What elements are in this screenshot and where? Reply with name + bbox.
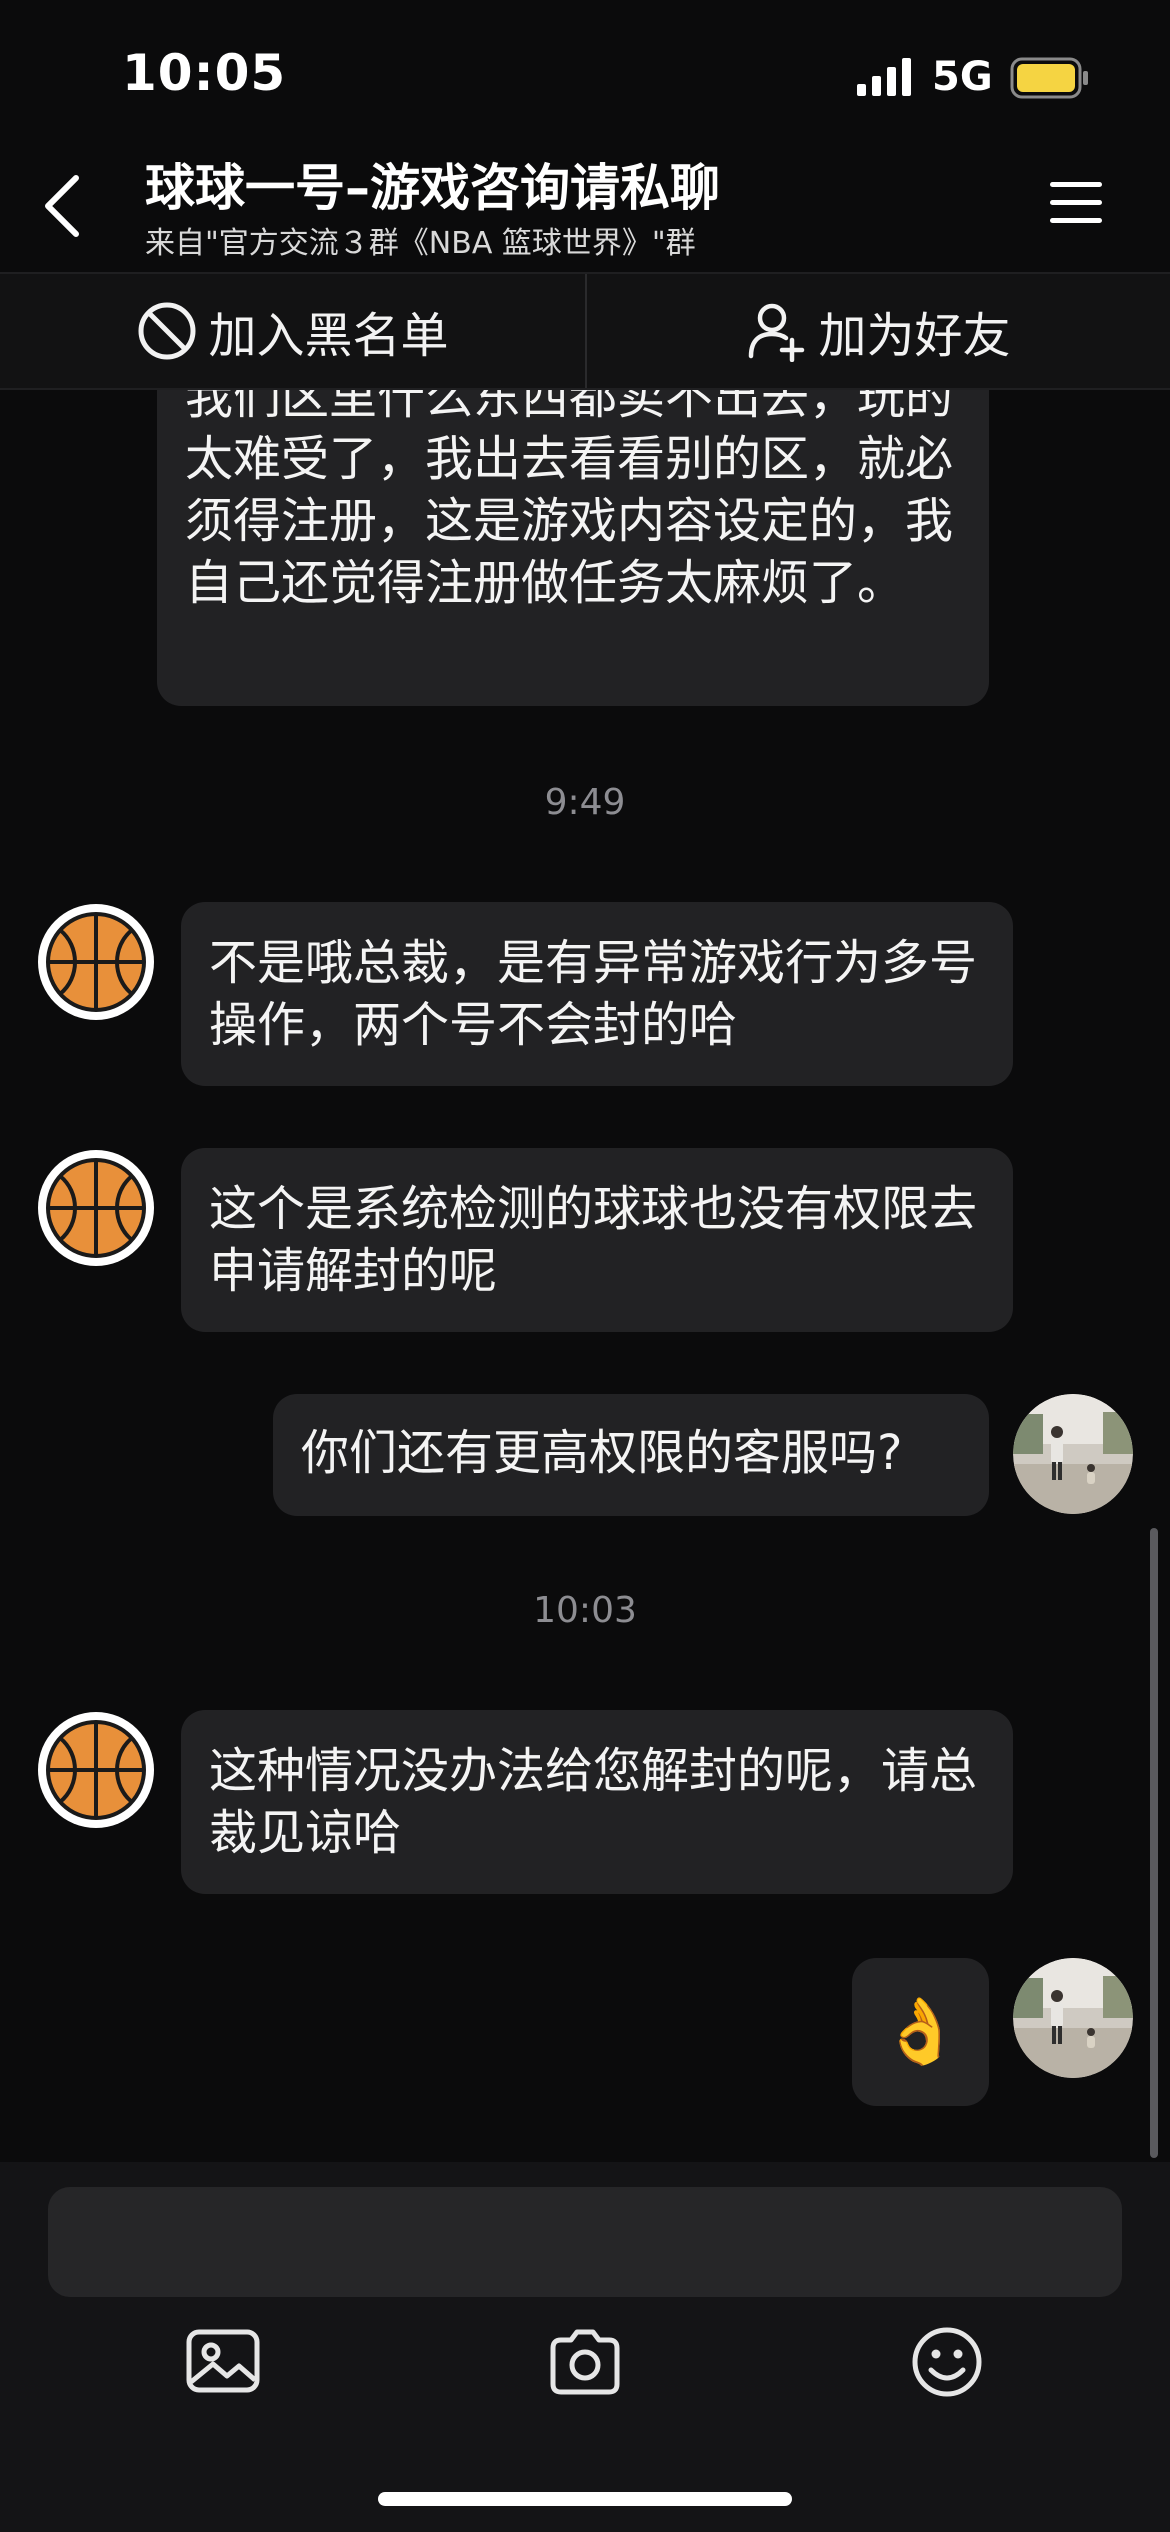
add-friend-button[interactable]: 加为好友 (585, 274, 1170, 388)
action-bar: 加入黑名单 加为好友 (0, 272, 1170, 390)
message-text: 你们还有更高权限的客服吗? (301, 1425, 903, 1481)
add-user-icon (749, 303, 805, 362)
composer (0, 2162, 1170, 2532)
chat-header: 球球一号–游戏咨询请私聊 来自"官方交流３群《NBA 篮球世界》"群 (0, 140, 1170, 272)
scrollbar[interactable] (1150, 1528, 1158, 2158)
block-icon (138, 302, 196, 360)
chat-title: 球球一号–游戏咨询请私聊 (145, 159, 720, 217)
block-button[interactable]: 加入黑名单 (0, 274, 585, 388)
camera-icon[interactable] (545, 2322, 625, 2402)
timestamp: 10:03 (533, 1590, 637, 1631)
network-label: 5G (932, 54, 993, 100)
message-bubble[interactable]: 这种情况没办法给您解封的呢，请总裁见谅哈 (181, 1710, 1013, 1894)
message-text: 这种情况没办法给您解封的呢，请总裁见谅哈 (209, 1743, 978, 1861)
status-bar: 10:05 5G (0, 0, 1170, 140)
home-indicator[interactable] (378, 2492, 792, 2506)
signal-icon (857, 58, 911, 96)
message-bubble[interactable]: 这个是系统检测的球球也没有权限去申请解封的呢 (181, 1148, 1013, 1332)
message-input[interactable] (48, 2187, 1122, 2297)
timestamp: 9:49 (544, 782, 626, 823)
message-bubble-outgoing[interactable]: 👌 (852, 1958, 989, 2106)
image-icon[interactable] (183, 2322, 263, 2402)
message-text: 我们区里什么东西都卖不出去，玩的太难受了，我出去看看别的区，就必须得注册，这是游… (185, 390, 954, 611)
ok-hand-emoji: 👌 (880, 1995, 961, 2069)
message-bubble[interactable]: 不是哦总裁，是有异常游戏行为多号操作，两个号不会封的哈 (181, 902, 1013, 1086)
back-icon[interactable] (36, 170, 92, 242)
basketball-avatar[interactable] (36, 902, 156, 1022)
status-time: 10:05 (122, 44, 287, 102)
chat-screen: 10:05 5G 球球一号–游戏咨询请私聊 来自"官方交流３群《NBA 篮球世界… (0, 0, 1170, 2532)
message-bubble-outgoing[interactable]: 你们还有更高权限的客服吗? (273, 1394, 989, 1516)
battery-icon (1010, 57, 1088, 99)
basketball-avatar[interactable] (36, 1148, 156, 1268)
message-text: 不是哦总裁，是有异常游戏行为多号操作，两个号不会封的哈 (209, 935, 978, 1053)
message-list[interactable]: 我们区里什么东西都卖不出去，玩的太难受了，我出去看看别的区，就必须得注册，这是游… (0, 390, 1170, 2162)
basketball-avatar[interactable] (36, 1710, 156, 1830)
user-avatar[interactable] (1013, 1394, 1133, 1514)
chat-subtitle: 来自"官方交流３群《NBA 篮球世界》"群 (145, 226, 696, 261)
emoji-icon[interactable] (907, 2322, 987, 2402)
menu-icon[interactable] (1048, 178, 1104, 228)
message-bubble[interactable]: 我们区里什么东西都卖不出去，玩的太难受了，我出去看看别的区，就必须得注册，这是游… (157, 390, 989, 706)
message-text: 这个是系统检测的球球也没有权限去申请解封的呢 (209, 1181, 978, 1299)
user-avatar[interactable] (1013, 1958, 1133, 2078)
add-friend-label: 加为好友 (818, 308, 1011, 364)
block-label: 加入黑名单 (208, 308, 449, 364)
